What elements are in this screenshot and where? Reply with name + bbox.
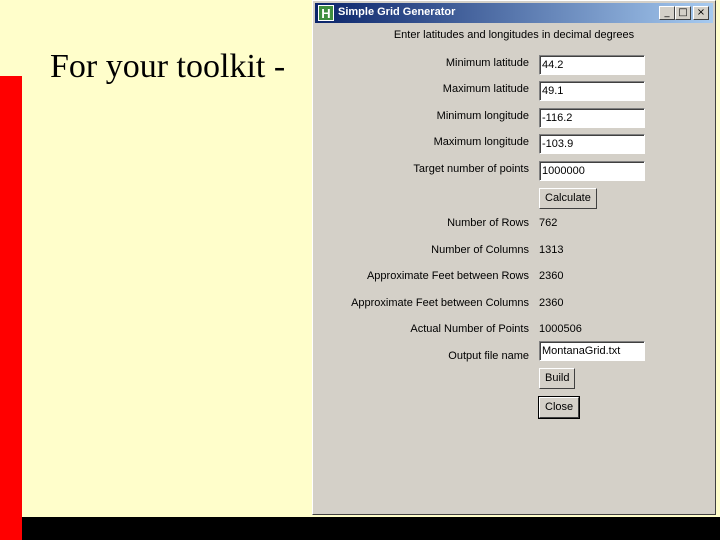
close-button[interactable]: Close: [537, 396, 581, 419]
window-titlebar[interactable]: H Simple Grid Generator _ □ ×: [315, 3, 713, 23]
rows-label: Number of Rows: [447, 217, 529, 229]
actual-points-value: 1000506: [539, 323, 582, 335]
feet-between-rows-value: 2360: [539, 270, 564, 282]
min-latitude-input[interactable]: [539, 55, 645, 75]
max-longitude-label: Maximum longitude: [433, 136, 529, 148]
min-longitude-input[interactable]: [539, 108, 645, 128]
grid-generator-window: H Simple Grid Generator _ □ × Enter lati…: [312, 0, 716, 515]
max-latitude-label: Maximum latitude: [442, 83, 529, 95]
instructions-text: Enter latitudes and longitudes in decima…: [393, 29, 635, 41]
close-window-button[interactable]: ×: [693, 6, 709, 20]
maximize-button[interactable]: □: [675, 6, 691, 20]
slide-red-bar: [0, 76, 22, 540]
rows-value: 762: [539, 217, 558, 229]
columns-label: Number of Columns: [431, 244, 529, 256]
min-longitude-label: Minimum longitude: [436, 110, 529, 122]
max-latitude-input[interactable]: [539, 81, 645, 101]
output-file-label: Output file name: [448, 350, 529, 362]
window-title: Simple Grid Generator: [338, 6, 456, 18]
max-longitude-input[interactable]: [539, 134, 645, 154]
output-file-input[interactable]: [539, 341, 645, 361]
build-button[interactable]: Build: [539, 368, 576, 389]
feet-between-columns-label: Approximate Feet between Columns: [351, 297, 529, 309]
target-points-label: Target number of points: [413, 163, 529, 175]
app-icon: H: [318, 5, 334, 21]
feet-between-rows-label: Approximate Feet between Rows: [366, 270, 529, 282]
slide-title: For your toolkit -: [50, 48, 286, 85]
calculate-button[interactable]: Calculate: [539, 188, 597, 209]
minimize-button[interactable]: _: [659, 6, 675, 20]
actual-points-label: Actual Number of Points: [410, 323, 529, 335]
feet-between-columns-value: 2360: [539, 297, 564, 309]
min-latitude-label: Minimum latitude: [445, 57, 529, 69]
target-points-input[interactable]: [539, 161, 645, 181]
slide-black-bar: [22, 517, 720, 540]
columns-value: 1313: [539, 244, 564, 256]
